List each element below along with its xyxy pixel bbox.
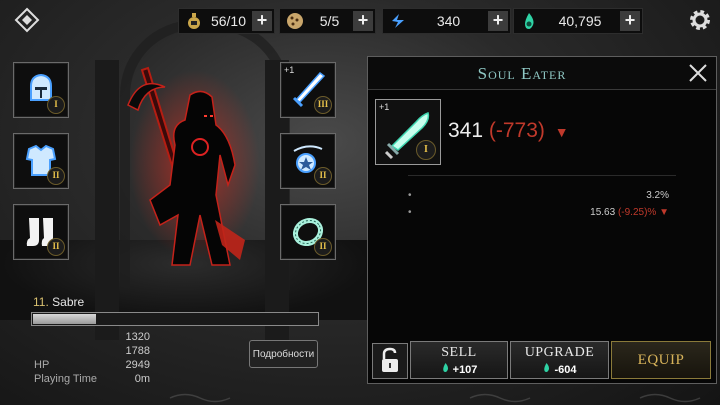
down-arrow-icon: ▼	[554, 124, 569, 140]
item-icon-frame: +1 I	[375, 99, 441, 165]
unlock-icon	[382, 347, 398, 372]
tier-badge: II	[47, 238, 65, 256]
xp-progress-fill	[33, 314, 96, 324]
upgrade-amount: -604	[554, 364, 577, 376]
resource-crystals: 340 +	[382, 8, 511, 34]
crystal-count: 340	[436, 13, 461, 29]
soul-gem-icon	[518, 10, 540, 32]
cookie-count: 5/5	[319, 13, 340, 29]
menu-icon[interactable]	[12, 6, 42, 34]
upgrade-label: UPGRADE	[524, 345, 595, 360]
tier-badge: II	[314, 238, 332, 256]
equip-label: EQUIP	[637, 352, 685, 368]
sell-price: +107	[411, 362, 507, 376]
character-name: Sabre	[52, 295, 85, 309]
stat-value: 1788	[125, 345, 150, 357]
weapon-slot[interactable]: +1 III	[280, 62, 336, 118]
resource-soul-gems: 40,795 +	[513, 8, 643, 34]
add-crystals-button[interactable]: +	[488, 11, 508, 31]
xp-progress-bar	[31, 312, 319, 326]
stat-value: 1320	[125, 331, 150, 343]
crystal-icon	[387, 10, 409, 32]
add-cookies-button[interactable]: +	[353, 11, 373, 31]
add-potions-button[interactable]: +	[252, 11, 272, 31]
item-stat-value-group: 15.63 (-9.25)% ▼	[590, 207, 669, 218]
hero-character	[127, 66, 260, 266]
potion-icon	[183, 10, 205, 32]
tier-badge: II	[47, 167, 65, 185]
bottom-ornament	[169, 393, 701, 403]
panel-header: Soul Eater	[368, 57, 716, 90]
divider	[408, 175, 676, 176]
sell-button[interactable]: SELL +107	[410, 341, 508, 379]
item-power: 341 (-773) ▼	[448, 119, 569, 143]
boots-slot[interactable]: II	[13, 204, 69, 260]
power-value: 341	[448, 119, 484, 142]
potion-count: 56/10	[210, 13, 247, 29]
amulet-slot[interactable]: II	[280, 133, 336, 189]
stat-value-hp: 2949	[125, 359, 150, 371]
add-soul-gems-button[interactable]: +	[620, 11, 640, 31]
cookie-icon	[284, 10, 306, 32]
upgrade-price: -604	[511, 362, 608, 376]
character-title: 11. Sabre	[33, 295, 84, 309]
stat-label-hp: HP	[34, 359, 50, 371]
background-pillar	[95, 60, 119, 340]
gear-icon[interactable]	[687, 7, 713, 33]
resource-cookies: 5/5 +	[279, 8, 376, 34]
item-detail-panel: Soul Eater +1 I 341 (-773) ▼ • 3.2% • 15…	[367, 56, 717, 384]
item-stat-value: 3.2%	[646, 190, 669, 201]
equip-button[interactable]: EQUIP	[611, 341, 711, 379]
stat-value-playing-time: 0m	[134, 373, 150, 385]
stat-label-playing-time: Playing Time	[34, 373, 97, 385]
bullet: •	[408, 190, 412, 201]
helmet-slot[interactable]: I	[13, 62, 69, 118]
details-button[interactable]: Подробности	[249, 340, 318, 368]
upgrade-button[interactable]: UPGRADE -604	[510, 341, 609, 379]
down-arrow-icon: ▼	[659, 207, 669, 218]
item-stat-difference: (-9.25)%	[617, 207, 657, 218]
tier-badge: I	[47, 96, 65, 114]
soul-gem-icon	[442, 363, 448, 372]
character-level: 11.	[33, 295, 49, 309]
resource-potions: 56/10 +	[178, 8, 275, 34]
item-tier-badge: I	[416, 140, 436, 160]
tier-badge: II	[314, 167, 332, 185]
close-icon[interactable]	[686, 61, 710, 85]
tier-badge: III	[314, 96, 332, 114]
soul-gem-count: 40,795	[558, 13, 602, 29]
lock-button[interactable]	[372, 343, 408, 379]
sell-amount: +107	[452, 364, 478, 376]
soul-gem-icon	[544, 363, 550, 372]
action-buttons: SELL +107 UPGRADE -604 EQUIP	[368, 341, 716, 379]
item-title: Soul Eater	[477, 64, 567, 83]
power-difference: (-773)	[488, 119, 545, 142]
item-stat-value: 15.63	[590, 207, 616, 218]
ring-slot[interactable]: II	[280, 204, 336, 260]
armor-slot[interactable]: II	[13, 133, 69, 189]
bullet: •	[408, 207, 412, 218]
sell-label: SELL	[441, 345, 477, 360]
